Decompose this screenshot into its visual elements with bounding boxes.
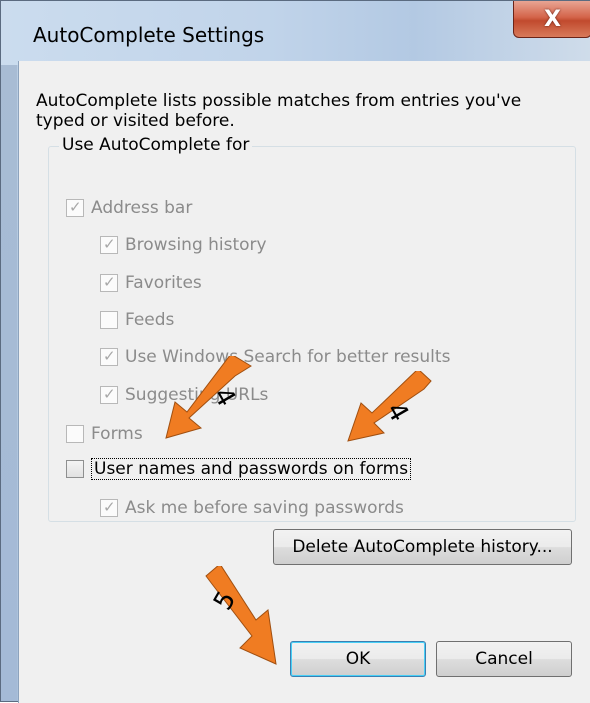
step-4-arrow-left: 4: [165, 356, 252, 439]
dialog-client-area: AutoComplete lists possible matches from…: [18, 61, 590, 703]
step-5-arrow: 5: [205, 566, 277, 665]
checkbox-row-forms[interactable]: Forms: [66, 424, 143, 444]
ask-before-saving-checkbox[interactable]: ✓: [100, 498, 118, 517]
cancel-button[interactable]: Cancel: [436, 641, 572, 677]
ask-before-saving-label: Ask me before saving passwords: [125, 498, 404, 518]
checkmark-icon: ✓: [103, 498, 116, 516]
description-text: AutoComplete lists possible matches from…: [36, 91, 522, 131]
checkbox-row-address-bar[interactable]: ✓ Address bar: [66, 198, 192, 218]
checkbox-row-feeds[interactable]: Feeds: [100, 310, 174, 330]
step-4-arrow-right: 4: [347, 371, 432, 442]
title-bar[interactable]: AutoComplete Settings: [1, 1, 590, 65]
ok-button[interactable]: OK: [290, 641, 426, 677]
browsing-history-label: Browsing history: [125, 235, 267, 255]
forms-label: Forms: [91, 424, 143, 444]
feeds-label: Feeds: [125, 310, 175, 330]
address-bar-label: Address bar: [91, 198, 193, 218]
window-frame-left: [1, 1, 17, 701]
checkbox-row-favorites[interactable]: ✓ Favorites: [100, 273, 202, 293]
address-bar-checkbox[interactable]: ✓: [66, 198, 84, 217]
favorites-label: Favorites: [125, 273, 202, 293]
close-button[interactable]: X: [513, 1, 590, 38]
checkbox-row-browsing-history[interactable]: ✓ Browsing history: [100, 235, 267, 255]
autocomplete-settings-dialog: AutoComplete Settings X AutoComplete lis…: [0, 0, 590, 703]
feeds-checkbox[interactable]: [100, 311, 118, 329]
checkmark-icon: ✓: [103, 385, 116, 403]
checkmark-icon: ✓: [69, 198, 82, 216]
checkmark-icon: ✓: [103, 273, 116, 291]
checkbox-row-ask-before-saving[interactable]: ✓ Ask me before saving passwords: [100, 498, 404, 518]
delete-autocomplete-history-button[interactable]: Delete AutoComplete history...: [273, 529, 572, 565]
user-names-passwords-checkbox[interactable]: [66, 460, 84, 478]
ok-label: OK: [345, 649, 371, 669]
close-icon: X: [544, 6, 561, 32]
forms-checkbox[interactable]: [66, 425, 84, 443]
suggesting-urls-checkbox[interactable]: ✓: [100, 385, 118, 404]
browsing-history-checkbox[interactable]: ✓: [100, 235, 118, 254]
group-label: Use AutoComplete for: [59, 135, 253, 155]
windows-search-checkbox[interactable]: ✓: [100, 347, 118, 366]
delete-history-label: Delete AutoComplete history...: [292, 537, 553, 557]
user-names-passwords-label: User names and passwords on forms: [91, 458, 412, 480]
checkbox-row-user-names-passwords[interactable]: User names and passwords on forms: [66, 458, 412, 480]
checkmark-icon: ✓: [103, 347, 116, 365]
cancel-label: Cancel: [475, 649, 533, 669]
checkmark-icon: ✓: [103, 235, 116, 253]
dialog-title: AutoComplete Settings: [33, 23, 265, 47]
favorites-checkbox[interactable]: ✓: [100, 273, 118, 292]
